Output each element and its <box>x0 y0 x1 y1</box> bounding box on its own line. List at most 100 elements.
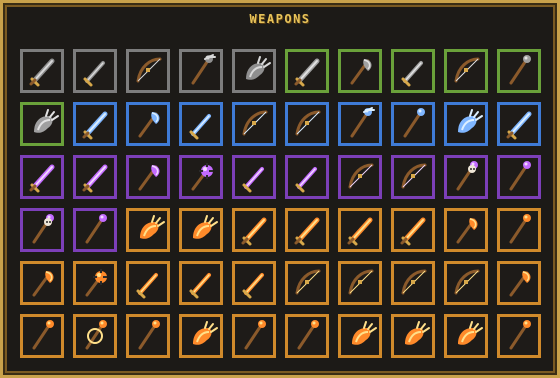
inventory-slot[interactable] <box>73 261 117 305</box>
inventory-slot[interactable] <box>20 314 64 358</box>
weapon-grid <box>20 49 548 367</box>
gray-bow-icon <box>130 53 166 89</box>
inventory-slot[interactable] <box>444 49 488 93</box>
orange-staff-icon <box>501 212 537 248</box>
inventory-slot[interactable] <box>391 102 435 146</box>
orange-axe-icon <box>501 265 537 301</box>
orange-staff-icon <box>24 318 60 354</box>
blue-sword-icon <box>501 106 537 142</box>
blue-dagger-icon <box>183 106 219 142</box>
inventory-slot[interactable] <box>497 49 541 93</box>
purple-scimitar-icon <box>289 159 325 195</box>
purple-bow-icon <box>342 159 378 195</box>
inventory-slot[interactable] <box>338 314 382 358</box>
gray-dagger-icon <box>77 53 113 89</box>
inventory-slot[interactable] <box>497 314 541 358</box>
inventory-slot[interactable] <box>20 102 64 146</box>
inventory-slot[interactable] <box>126 155 170 199</box>
inventory-slot[interactable] <box>444 314 488 358</box>
inventory-slot[interactable] <box>338 49 382 93</box>
inventory-slot[interactable] <box>20 155 64 199</box>
orange-staff-icon <box>236 318 272 354</box>
inventory-slot[interactable] <box>391 208 435 252</box>
weapons-inventory-panel: WEAPONS <box>0 0 560 378</box>
inventory-slot[interactable] <box>338 155 382 199</box>
orange-dagger-icon <box>236 265 272 301</box>
inventory-slot[interactable] <box>179 102 223 146</box>
inventory-slot[interactable] <box>73 155 117 199</box>
purple-sword-icon <box>77 159 113 195</box>
green-bow-icon <box>448 53 484 89</box>
inventory-slot[interactable] <box>20 261 64 305</box>
inventory-slot[interactable] <box>285 49 329 93</box>
inventory-slot[interactable] <box>497 155 541 199</box>
orange-claw-icon <box>448 318 484 354</box>
inventory-slot[interactable] <box>338 208 382 252</box>
inventory-slot[interactable] <box>73 208 117 252</box>
inventory-slot[interactable] <box>179 261 223 305</box>
inventory-slot[interactable] <box>232 49 276 93</box>
orange-gauntlet-icon <box>130 212 166 248</box>
orange-sword-icon <box>236 212 272 248</box>
inventory-slot[interactable] <box>444 208 488 252</box>
inventory-slot[interactable] <box>126 261 170 305</box>
inventory-slot[interactable] <box>126 208 170 252</box>
gray-trident-icon <box>183 53 219 89</box>
blue-staff-icon <box>395 106 431 142</box>
inventory-slot[interactable] <box>126 102 170 146</box>
purple-sword-icon <box>24 159 60 195</box>
orange-gauntlet-icon <box>183 212 219 248</box>
inventory-slot[interactable] <box>73 314 117 358</box>
inventory-slot[interactable] <box>285 208 329 252</box>
inventory-slot[interactable] <box>232 314 276 358</box>
green-staff-icon <box>501 53 537 89</box>
inventory-slot[interactable] <box>497 102 541 146</box>
gray-gauntlet-icon <box>236 53 272 89</box>
inventory-slot[interactable] <box>179 208 223 252</box>
inventory-slot[interactable] <box>391 314 435 358</box>
purple-staff-icon <box>501 159 537 195</box>
orange-claw-icon <box>183 318 219 354</box>
inventory-slot[interactable] <box>73 102 117 146</box>
inventory-slot[interactable] <box>126 49 170 93</box>
inventory-slot[interactable] <box>232 261 276 305</box>
inventory-slot[interactable] <box>444 102 488 146</box>
inventory-slot[interactable] <box>497 208 541 252</box>
inventory-slot[interactable] <box>285 155 329 199</box>
inventory-slot[interactable] <box>179 49 223 93</box>
inventory-slot[interactable] <box>232 155 276 199</box>
blue-trident-icon <box>342 106 378 142</box>
inventory-slot[interactable] <box>20 49 64 93</box>
inventory-slot[interactable] <box>391 261 435 305</box>
inventory-slot[interactable] <box>126 314 170 358</box>
green-sword-icon <box>289 53 325 89</box>
purple-bow-icon <box>395 159 431 195</box>
inventory-slot[interactable] <box>285 261 329 305</box>
orange-sword-icon <box>395 212 431 248</box>
gray-sword-icon <box>24 53 60 89</box>
purple-axe-icon <box>130 159 166 195</box>
green-axe-icon <box>342 53 378 89</box>
inventory-slot[interactable] <box>232 208 276 252</box>
blue-bow-icon <box>236 106 272 142</box>
orange-sword-icon <box>342 212 378 248</box>
inventory-slot[interactable] <box>444 261 488 305</box>
inventory-slot[interactable] <box>497 261 541 305</box>
inventory-slot[interactable] <box>285 314 329 358</box>
green-dagger-icon <box>395 53 431 89</box>
purple-skull-staff-icon <box>24 212 60 248</box>
blue-halberd-icon <box>130 106 166 142</box>
inventory-slot[interactable] <box>179 155 223 199</box>
inventory-slot[interactable] <box>338 261 382 305</box>
inventory-slot[interactable] <box>73 49 117 93</box>
inventory-slot[interactable] <box>391 49 435 93</box>
inventory-slot[interactable] <box>20 208 64 252</box>
inventory-slot[interactable] <box>232 102 276 146</box>
inventory-slot[interactable] <box>338 102 382 146</box>
inventory-slot[interactable] <box>444 155 488 199</box>
inventory-slot[interactable] <box>179 314 223 358</box>
inventory-slot[interactable] <box>285 102 329 146</box>
inventory-slot[interactable] <box>391 155 435 199</box>
blue-gauntlet-icon <box>448 106 484 142</box>
purple-mace-icon <box>183 159 219 195</box>
